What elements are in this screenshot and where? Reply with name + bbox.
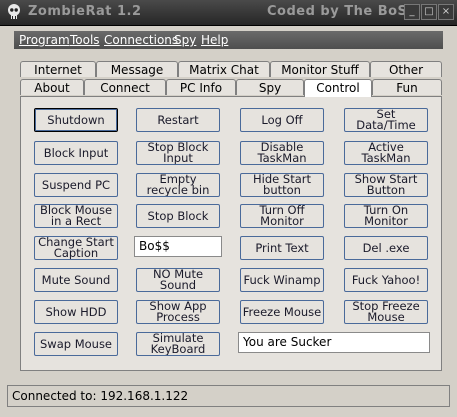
simulate-keyboard-button[interactable]: Simulate KeyBoard <box>136 332 220 356</box>
maximize-icon[interactable]: □ <box>421 4 437 20</box>
tab-monitor-stuff[interactable]: Monitor Stuff <box>270 61 370 77</box>
tab-pc-info[interactable]: PC Info <box>166 79 236 95</box>
tab-internet[interactable]: Internet <box>20 61 96 77</box>
print-text-button[interactable]: Print Text <box>240 236 324 260</box>
show-hdd-button[interactable]: Show HDD <box>34 300 118 324</box>
window-credit: Coded by The BoSS <box>267 4 417 19</box>
tab-spy[interactable]: Spy <box>236 79 304 95</box>
stop-block-input-button[interactable]: Stop Block Input <box>136 141 220 165</box>
restart-button[interactable]: Restart <box>136 108 220 132</box>
stop-freeze-mouse-button[interactable]: Stop Freeze Mouse <box>344 300 428 324</box>
swap-mouse-button[interactable]: Swap Mouse <box>34 332 118 356</box>
menu-connections[interactable]: Connections <box>104 33 178 47</box>
turn-off-monitor-button[interactable]: Turn Off Monitor <box>240 204 324 228</box>
block-input-button[interactable]: Block Input <box>34 141 118 165</box>
main-window: ZombieRat 1.2 Coded by The BoSS _ □ × Pr… <box>0 0 457 417</box>
change-start-caption-button[interactable]: Change Start Caption <box>34 236 118 260</box>
tab-other[interactable]: Other <box>370 61 442 77</box>
status-text: Connected to: 192.168.1.122 <box>12 389 189 403</box>
title-bar[interactable]: ZombieRat 1.2 Coded by The BoSS _ □ × <box>0 0 457 26</box>
del-exe-button[interactable]: Del .exe <box>344 236 428 260</box>
tab-connect[interactable]: Connect <box>84 79 166 95</box>
menu-spy[interactable]: Spy <box>174 33 196 47</box>
tab-about[interactable]: About <box>20 79 84 95</box>
block-mouse-rect-button[interactable]: Block Mouse in a Rect <box>34 204 118 228</box>
freeze-mouse-button[interactable]: Freeze Mouse <box>240 300 324 324</box>
empty-recycle-bin-button[interactable]: Empty recycle bin <box>136 173 220 197</box>
menu-bar: Program Tools Connections Spy Help <box>14 31 443 49</box>
status-bar: Connected to: 192.168.1.122 <box>7 385 450 407</box>
disable-taskman-button[interactable]: Disable TaskMan <box>240 141 324 165</box>
stop-block-button[interactable]: Stop Block <box>136 204 220 228</box>
hide-start-button-button[interactable]: Hide Start button <box>240 173 324 197</box>
minimize-icon[interactable]: _ <box>404 4 420 20</box>
close-icon[interactable]: × <box>438 4 454 20</box>
show-app-process-button[interactable]: Show App Process <box>136 300 220 324</box>
control-panel <box>20 96 442 371</box>
message-input[interactable]: You are Sucker <box>238 332 430 353</box>
tab-message[interactable]: Message <box>96 61 178 77</box>
menu-program[interactable]: Program <box>19 33 70 47</box>
no-mute-sound-button[interactable]: NO Mute Sound <box>136 268 220 292</box>
skull-icon <box>8 4 20 19</box>
tab-matrix-chat[interactable]: Matrix Chat <box>178 61 270 77</box>
fuck-winamp-button[interactable]: Fuck Winamp <box>240 268 324 292</box>
menu-help[interactable]: Help <box>201 33 228 47</box>
log-off-button[interactable]: Log Off <box>240 108 324 132</box>
show-start-button-button[interactable]: Show Start Button <box>344 173 428 197</box>
menu-tools[interactable]: Tools <box>70 33 100 47</box>
shutdown-button[interactable]: Shutdown <box>34 108 118 132</box>
turn-on-monitor-button[interactable]: Turn On Monitor <box>344 204 428 228</box>
tab-fun[interactable]: Fun <box>372 79 442 95</box>
caption-input[interactable]: Bo$$ <box>134 236 222 257</box>
set-date-time-button[interactable]: Set Data/Time <box>344 108 428 132</box>
tab-control[interactable]: Control <box>304 79 372 97</box>
suspend-pc-button[interactable]: Suspend PC <box>34 173 118 197</box>
active-taskman-button[interactable]: Active TaskMan <box>344 141 428 165</box>
window-title: ZombieRat 1.2 <box>28 4 142 19</box>
mute-sound-button[interactable]: Mute Sound <box>34 268 118 292</box>
fuck-yahoo-button[interactable]: Fuck Yahoo! <box>344 268 428 292</box>
